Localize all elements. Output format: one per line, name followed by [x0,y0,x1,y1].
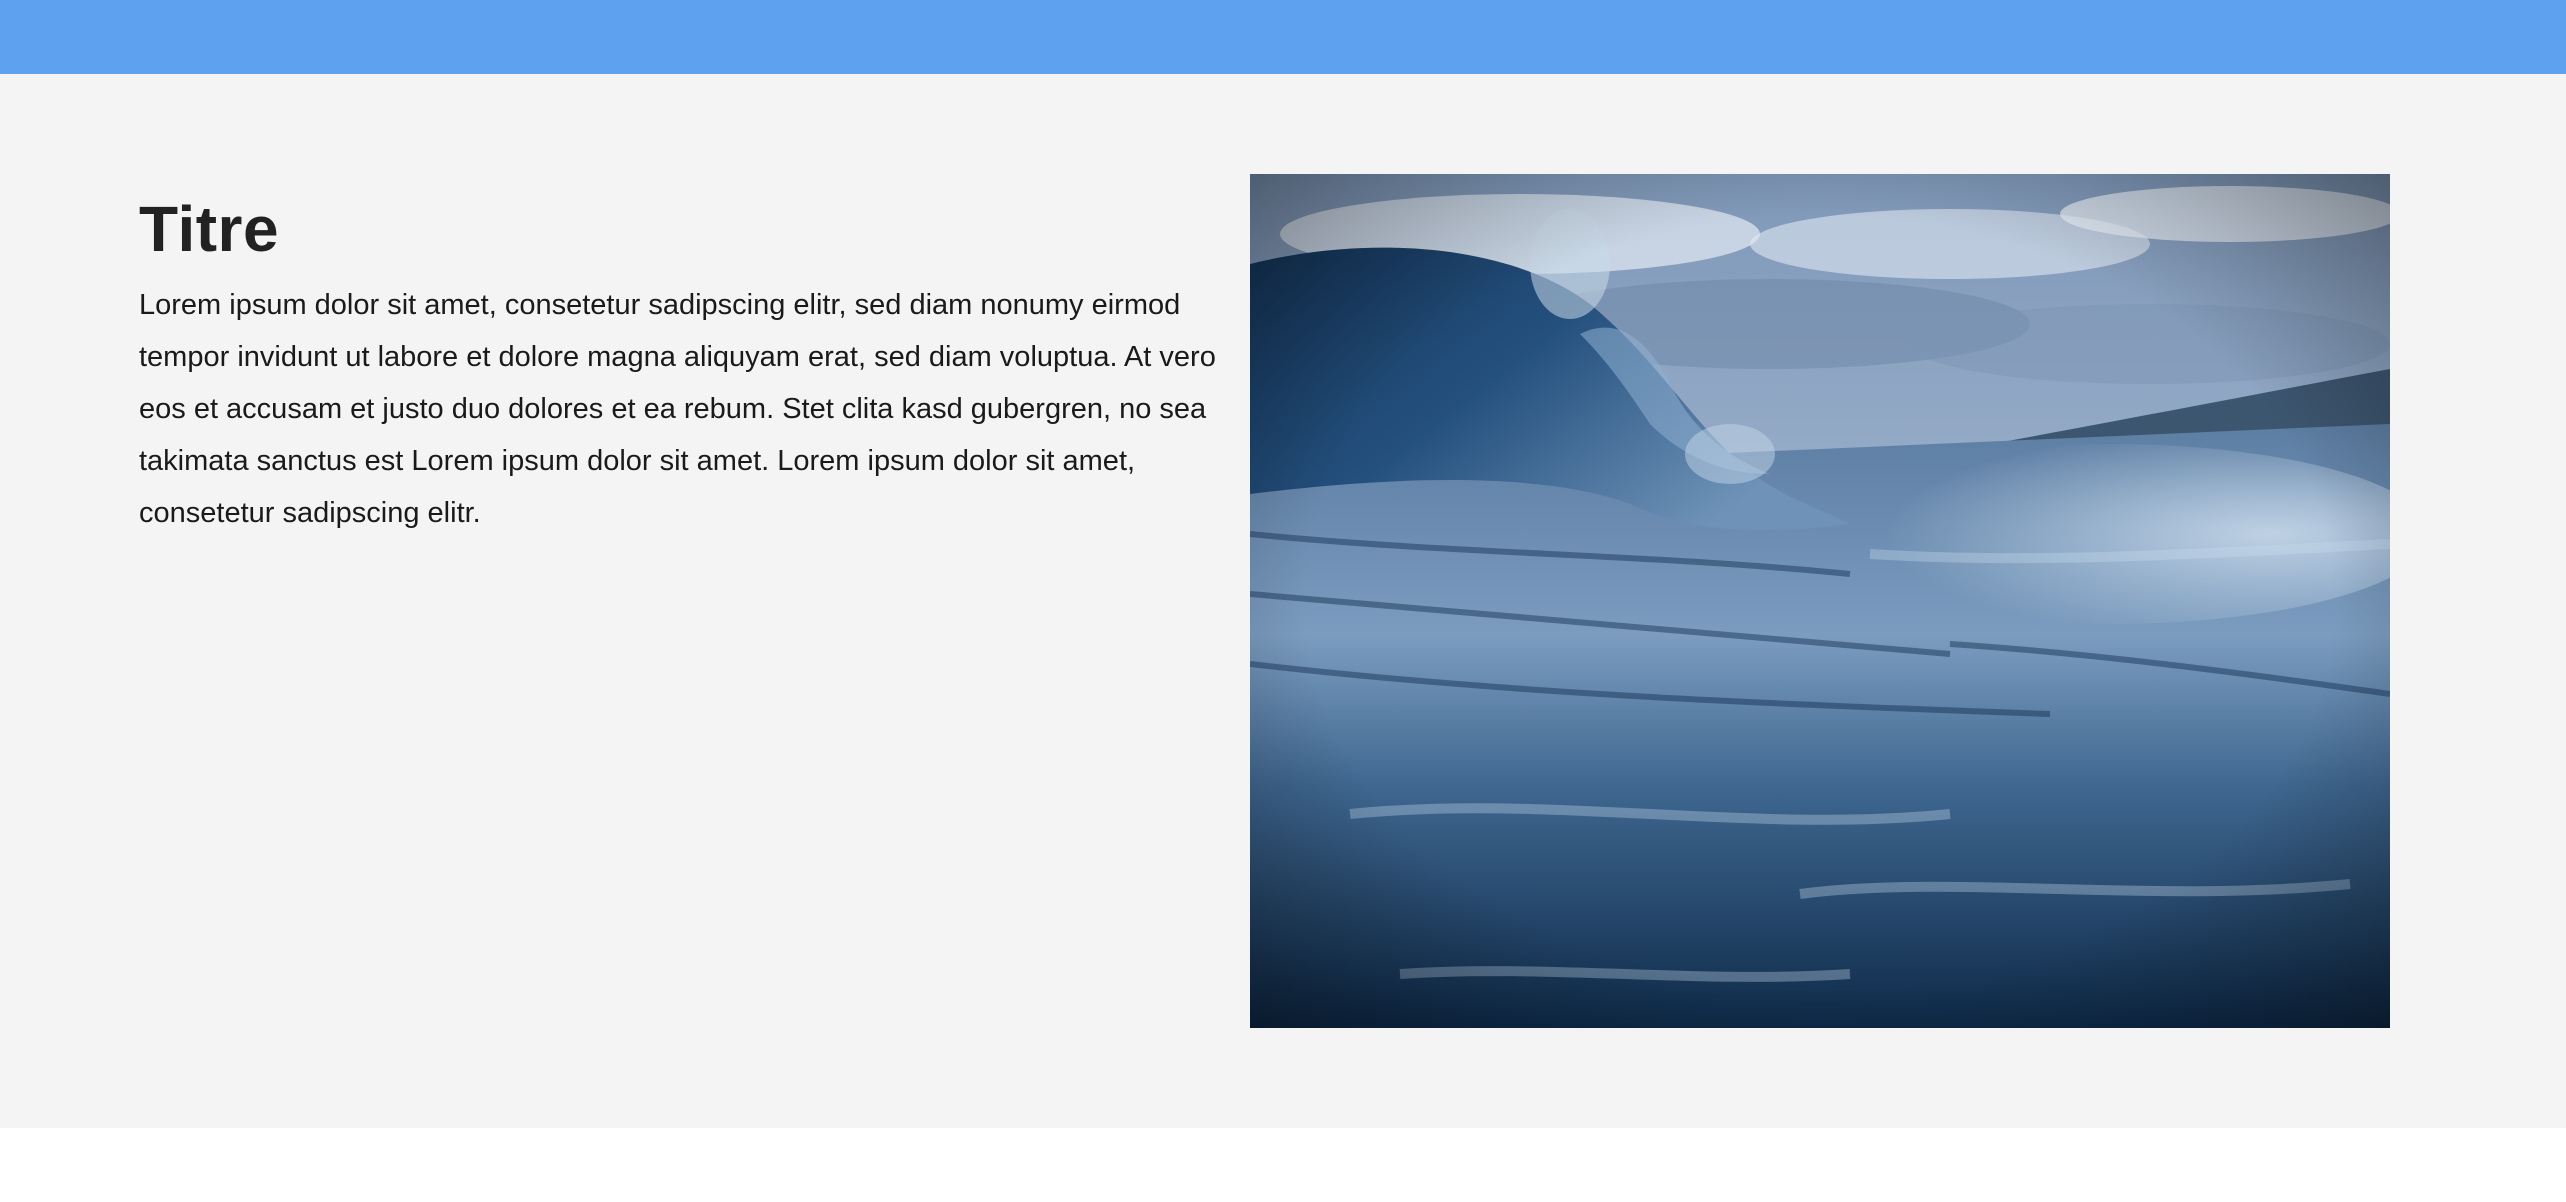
top-header-bar [0,0,2566,74]
body-paragraph: Lorem ipsum dolor sit amet, consetetur s… [139,289,1216,529]
text-column: Titre Lorem ipsum dolor sit amet, conset… [139,189,1219,539]
ocean-wave-photo [1250,174,2390,1028]
content-section: Titre Lorem ipsum dolor sit amet, conset… [0,74,2566,1128]
page-title: Titre [139,193,280,265]
